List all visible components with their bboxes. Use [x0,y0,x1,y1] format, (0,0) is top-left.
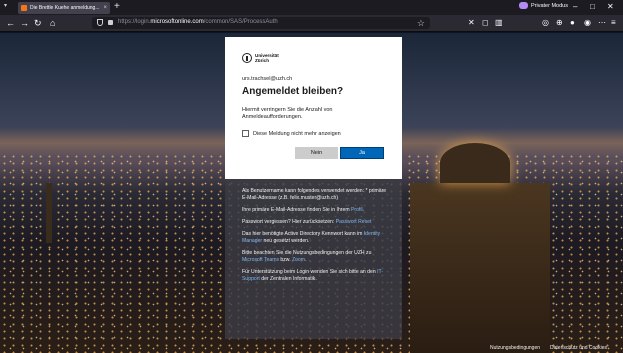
extension-icon[interactable]: ◻ [482,18,489,28]
new-tab-button[interactable]: + [114,1,120,13]
info-email-profile: Ihre primäre E-Mail-Adresse finden Sie i… [242,207,365,213]
profile-link[interactable]: Profil [351,207,363,213]
url-text[interactable]: https://login.microsoftonline.com/common… [118,19,278,25]
adblock-icon[interactable]: ● [570,18,575,28]
info-terms: Bitte beachten Sie die Nutzungsbedingung… [242,250,372,263]
info-identity-manager: Das hier benötigte Active Directory Kenn… [242,231,381,244]
close-window-icon[interactable]: ✕ [607,1,614,13]
info-support: Für Unterstützung beim Login wenden Sie … [242,269,384,282]
church-tower [46,183,52,243]
dont-show-again-checkbox[interactable] [242,130,249,137]
forward-icon[interactable]: → [20,18,29,28]
bookmark-star-icon[interactable]: ☆ [417,17,425,29]
yes-button[interactable]: Ja [340,147,384,159]
university-building [410,183,550,353]
tab-close-icon[interactable]: × [103,5,107,11]
overflow-icon[interactable]: ⋯ [598,18,606,28]
reload-icon[interactable]: ↻ [34,18,42,28]
dialog-description: Hiermit verringern Sie die Anzahl von An… [242,107,333,120]
zoom-link[interactable]: Zoom [292,257,305,263]
private-mode-indicator: Privater Modus [519,2,568,9]
profile-icon[interactable]: ◉ [584,18,591,28]
uzh-logo: Universität Zürich [242,53,279,63]
tab-title: Die Brettle Kuehe anmeldung... [30,5,100,11]
lock-icon[interactable] [108,20,113,25]
page-title: Angemeldet bleiben? [242,86,344,97]
container-icon[interactable]: ◎ [542,18,549,28]
stay-signed-in-dialog: Universität Zürich urs.trachsel@uzh.ch An… [225,37,402,179]
microsoft-teams-link[interactable]: Microsoft Teams [242,257,279,263]
info-password-reset: Passwort vergessen? Hier zurücksetzen: P… [242,219,372,225]
sync-icon[interactable]: ✕ [468,18,475,28]
account-email: urs.trachsel@uzh.ch [242,76,293,82]
tab-list-icon[interactable]: ▾ [4,2,7,9]
info-username: Als Benutzername kann folgendes verwende… [242,188,387,201]
info-panel: Als Benutzername kann folgendes verwende… [225,179,402,339]
uzh-seal-icon [242,53,252,63]
dont-show-again-row[interactable]: Diese Meldung nicht mehr anzeigen [242,130,341,137]
password-reset-link[interactable]: Passwort Reset [336,219,372,225]
university-dome [440,143,510,183]
home-icon[interactable]: ⌂ [50,18,55,28]
no-button[interactable]: Nein [295,147,338,159]
footer-links: Nutzungsbedingungen Datenschutz und Cook… [490,345,607,351]
terms-link[interactable]: Nutzungsbedingungen [490,345,540,351]
menu-icon[interactable]: ≡ [611,18,616,28]
browser-nav-bar: ← → ↻ ⌂ https://login.microsoftonline.co… [0,15,623,32]
addon-icon[interactable]: ⊕ [556,18,563,28]
privacy-link[interactable]: Datenschutz und Cookies [550,345,607,351]
minimize-icon[interactable]: – [573,1,577,13]
dont-show-again-label[interactable]: Diese Meldung nicht mehr anzeigen [253,131,341,137]
tab-favicon-icon [21,5,27,11]
back-icon[interactable]: ← [6,18,15,28]
private-mode-label: Privater Modus [531,2,568,9]
library-icon[interactable]: ▥ [495,18,503,28]
private-mask-icon [519,2,528,9]
browser-tab-bar: ▾ Die Brettle Kuehe anmeldung... × + Pri… [0,0,623,15]
browser-tab[interactable]: Die Brettle Kuehe anmeldung... × [18,2,110,14]
tracking-shield-icon[interactable] [97,19,103,26]
logo-line2: Zürich [255,58,270,63]
url-bar[interactable]: https://login.microsoftonline.com/common… [92,17,430,29]
maximize-icon[interactable]: □ [590,1,595,13]
